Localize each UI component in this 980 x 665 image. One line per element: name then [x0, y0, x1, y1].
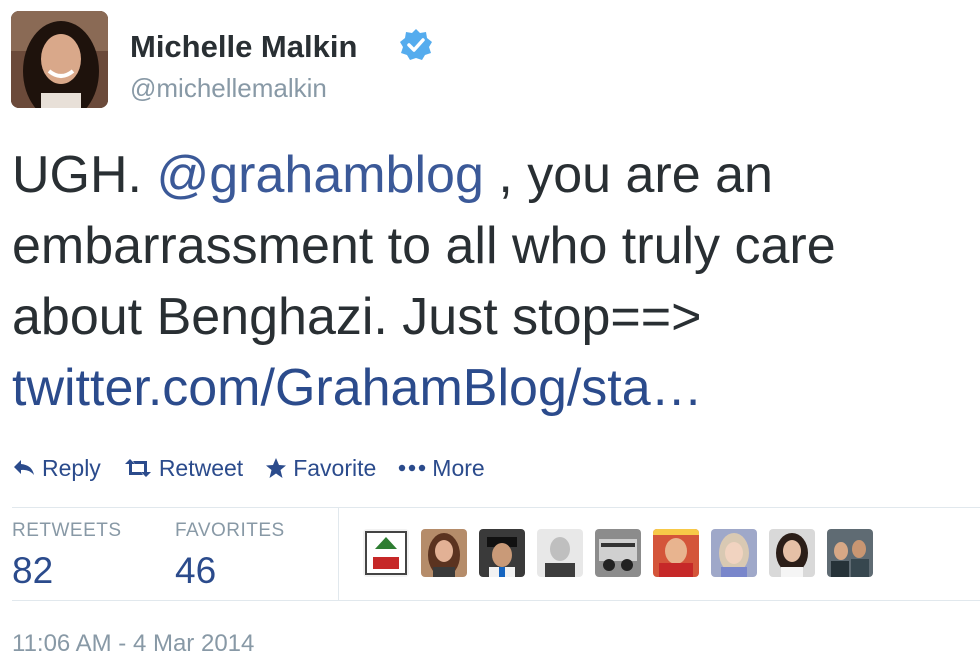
tweet-line1-rest: , you are an — [498, 146, 773, 204]
favoriter-avatar[interactable] — [653, 529, 699, 577]
tweet-prefix: UGH. — [12, 146, 142, 204]
favorites-count: 46 — [175, 550, 217, 591]
stats-top-divider — [12, 507, 980, 508]
tweet-timestamp[interactable]: 11:06 AM - 4 Mar 2014 — [12, 630, 254, 658]
favoriter-avatar[interactable] — [769, 529, 815, 577]
favorite-label: Favorite — [293, 454, 377, 481]
favoriter-avatar[interactable] — [479, 529, 525, 577]
favoriter-avatar[interactable] — [827, 529, 873, 577]
more-button[interactable]: More — [398, 454, 485, 482]
tweet-actions: Reply Retweet Favorite More — [12, 452, 507, 484]
reply-label: Reply — [42, 454, 101, 481]
more-dots-icon — [399, 464, 426, 472]
retweet-button[interactable]: Retweet — [123, 455, 243, 482]
star-icon — [266, 458, 287, 478]
favoriter-avatar[interactable] — [711, 529, 757, 577]
tweet-line3: about Benghazi. Just stop==> — [12, 288, 702, 346]
tweet-line2: embarrassment to all who truly care — [12, 217, 836, 275]
stats-vertical-divider — [338, 508, 339, 600]
mention-link[interactable]: @grahamblog — [156, 146, 483, 204]
tweet-header: Michelle Malkin @michellemalkin — [11, 11, 971, 111]
favoriter-avatar[interactable] — [537, 529, 583, 577]
user-handle[interactable]: @michellemalkin — [130, 73, 327, 104]
favoriter-avatar[interactable] — [363, 529, 409, 577]
retweet-icon — [124, 459, 151, 477]
profile-avatar[interactable] — [11, 11, 108, 108]
favoriter-avatar[interactable] — [421, 529, 467, 577]
retweets-stat[interactable]: RETWEETS 82 — [12, 520, 122, 592]
reply-button[interactable]: Reply — [12, 455, 101, 482]
reply-icon — [14, 460, 34, 475]
stats-bottom-divider — [12, 600, 980, 601]
verified-badge-icon — [399, 28, 433, 62]
retweets-count: 82 — [12, 550, 54, 591]
favorites-label: FAVORITES — [175, 520, 285, 541]
retweets-label: RETWEETS — [12, 520, 122, 541]
favoriter-avatars — [363, 529, 885, 577]
retweet-label: Retweet — [158, 454, 244, 481]
display-name[interactable]: Michelle Malkin — [130, 29, 357, 65]
favoriter-avatar[interactable] — [595, 529, 641, 577]
tweet-url-link[interactable]: twitter.com/GrahamBlog/sta… — [12, 359, 703, 417]
tweet-body: UGH. @grahamblog , you are an embarrassm… — [12, 140, 967, 424]
more-label: More — [432, 454, 485, 481]
favorites-stat[interactable]: FAVORITES 46 — [175, 520, 285, 592]
favorite-button[interactable]: Favorite — [265, 455, 376, 482]
